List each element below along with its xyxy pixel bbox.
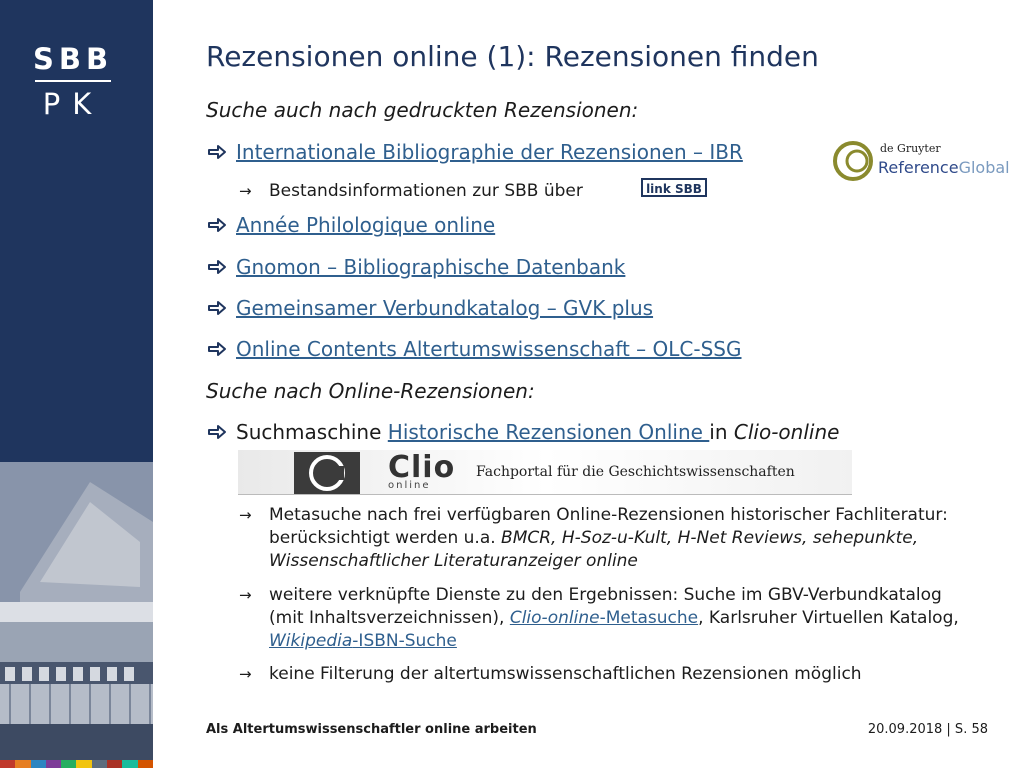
clio-online-sub: online	[388, 480, 431, 491]
link-gnomon[interactable]: Gnomon – Bibliographische Datenbank	[236, 255, 625, 279]
sub-item-metasuche: → Metasuche nach frei verfügbaren Online…	[239, 504, 969, 573]
list-item-ibr: Internationale Bibliographie der Rezensi…	[206, 140, 743, 164]
arrow-icon	[208, 260, 226, 274]
logo-bottom-text: PK	[42, 87, 104, 121]
clio-online-em: Clio-online	[509, 608, 600, 628]
isbn-rest: -ISBN-Suche	[352, 631, 457, 651]
list-item-gvk: Gemeinsamer Verbundkatalog – GVK plus	[206, 296, 653, 320]
degruyter-reference-global-logo: de Gruyter ReferenceGlobal	[832, 138, 1014, 184]
footer-title: Als Altertumswissenschaftler online arbe…	[206, 722, 537, 737]
degruyter-name: de Gruyter	[880, 142, 941, 155]
slide-title: Rezensionen online (1): Rezensionen find…	[206, 40, 819, 73]
metasuche-rest: -Metasuche	[599, 608, 699, 628]
link-olc-ssg[interactable]: Online Contents Altertumswissenschaft – …	[236, 337, 742, 361]
sbb-pk-logo: SBB PK	[33, 42, 113, 120]
section-heading-online: Suche nach Online-Rezensionen:	[206, 379, 535, 403]
building-photo	[0, 462, 153, 762]
sub-item-dienste-text: weitere verknüpfte Dienste zu den Ergebn…	[269, 584, 969, 653]
arrow-icon	[208, 301, 226, 315]
wikipedia-em: Wikipedia	[269, 631, 353, 651]
sub-item-dienste: → weitere verknüpfte Dienste zu den Erge…	[239, 584, 969, 653]
link-gvk-plus[interactable]: Gemeinsamer Verbundkatalog – GVK plus	[236, 296, 653, 320]
left-band: SBB PK	[0, 0, 153, 768]
small-arrow-icon: →	[239, 182, 252, 200]
link-wikipedia-isbn-suche[interactable]: Wikipedia-ISBN-Suche	[269, 631, 457, 651]
clio-online-name: Clio-online	[733, 420, 840, 444]
color-strip	[0, 760, 153, 768]
footer-date-page: 20.09.2018 | S. 58	[867, 722, 988, 737]
arrow-icon	[208, 425, 226, 439]
clio-portal-text: Fachportal für die Geschichtswissenschaf…	[476, 464, 795, 480]
reference-global-wordmark: ReferenceGlobal	[878, 158, 1010, 177]
arrow-icon	[208, 342, 226, 356]
section-heading-printed: Suche auch nach gedruckten Rezensionen:	[206, 98, 639, 122]
list-item-annee: Année Philologique online	[206, 213, 495, 237]
arrow-icon	[208, 218, 226, 232]
link-clio-online-metasuche[interactable]: Clio-online-Metasuche	[510, 608, 698, 628]
logo-top-text: SBB	[33, 42, 114, 76]
sub-item-filterung: → keine Filterung der altertumswissensch…	[239, 663, 969, 686]
small-arrow-icon: →	[239, 586, 252, 604]
hro-mid: in	[709, 420, 734, 444]
sub-item-ibr: → Bestandsinformationen zur SBB über	[239, 180, 659, 203]
global-word: Global	[958, 158, 1010, 177]
link-ibr[interactable]: Internationale Bibliographie der Rezensi…	[236, 140, 743, 164]
sub-item-metasuche-text: Metasuche nach frei verfügbaren Online-R…	[269, 504, 969, 573]
small-arrow-icon: →	[239, 506, 252, 524]
logo-divider	[35, 80, 111, 82]
list-item-gnomon: Gnomon – Bibliographische Datenbank	[206, 255, 625, 279]
link-annee-philologique[interactable]: Année Philologique online	[236, 213, 495, 237]
sub-item-ibr-text: Bestandsinformationen zur SBB über	[269, 181, 583, 201]
hro-prefix: Suchmaschine	[236, 420, 388, 444]
rings-icon	[833, 141, 873, 181]
dienste-part2: , Karlsruher Virtuellen Katalog,	[698, 608, 959, 628]
link-historische-rezensionen-online[interactable]: Historische Rezensionen Online	[388, 420, 710, 444]
small-arrow-icon: →	[239, 665, 252, 683]
link-sbb-badge[interactable]: link SBB	[641, 178, 707, 197]
sub-item-filterung-text: keine Filterung der altertumswissenschaf…	[269, 664, 862, 684]
reference-word: Reference	[878, 158, 959, 177]
clio-c-logo-icon	[294, 452, 360, 494]
list-item-olc: Online Contents Altertumswissenschaft – …	[206, 337, 742, 361]
list-item-hro: Suchmaschine Historische Rezensionen Onl…	[206, 420, 839, 444]
clio-online-banner: Clio online Fachportal für die Geschicht…	[238, 450, 852, 495]
arrow-icon	[208, 145, 226, 159]
